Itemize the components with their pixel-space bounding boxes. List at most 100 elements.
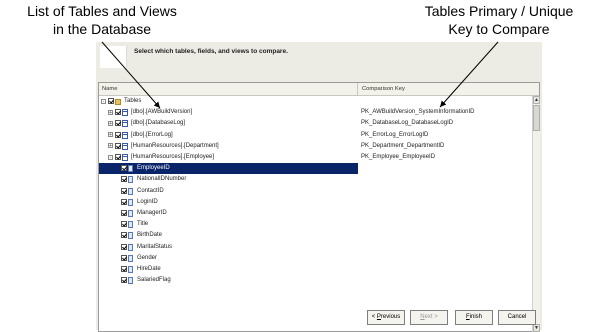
row-label: [dbo].[AWBuildVersion]	[131, 109, 193, 116]
folder-row[interactable]: - Tables	[99, 96, 531, 107]
expand-icon[interactable]: +	[108, 109, 113, 115]
tree-rows: - Tables + [dbo].[AWBuildVersion] PK_AWBuild…	[99, 96, 531, 332]
scroll-up-icon[interactable]: ▲	[533, 96, 540, 104]
field-row[interactable]: ManagerID	[99, 208, 531, 219]
previous-button[interactable]: < Previous	[367, 310, 405, 325]
row-comparison-key[interactable]: PK_ErrorLog_ErrorLogID	[361, 130, 428, 141]
row-name-cell[interactable]: + [dbo].[ErrorLog]	[99, 130, 358, 141]
include-checkbox[interactable]	[115, 109, 121, 116]
row-label: LoginID	[137, 198, 158, 205]
field-row[interactable]: Title	[99, 219, 531, 230]
row-label: NationalIDNumber	[137, 176, 187, 183]
row-name-cell[interactable]: + [dbo].[AWBuildVersion]	[99, 107, 358, 118]
row-name-cell[interactable]: ContactID	[99, 186, 358, 197]
row-name-cell[interactable]: LoginID	[99, 197, 358, 208]
expand-icon[interactable]: +	[108, 143, 113, 149]
include-checkbox[interactable]	[115, 142, 121, 149]
table-row[interactable]: + [dbo].[DatabaseLog] PK_DatabaseLog_Datab…	[99, 118, 531, 129]
field-icon	[128, 165, 133, 173]
include-checkbox[interactable]	[121, 176, 127, 183]
field-icon	[128, 210, 133, 217]
field-icon	[128, 187, 133, 195]
grid-header: Name Comparison Key	[99, 83, 539, 96]
field-row[interactable]: BirthDate	[99, 230, 531, 241]
row-name-cell[interactable]: MaritalStatus	[99, 242, 358, 253]
annotation-left-line1: List of Tables and Views	[27, 3, 177, 19]
expand-icon[interactable]: +	[108, 120, 113, 126]
include-checkbox[interactable]	[121, 187, 127, 194]
row-name-cell[interactable]: NationalIDNumber	[99, 174, 358, 185]
row-label: MaritalStatus	[137, 243, 173, 250]
folder-icon	[115, 99, 121, 105]
row-comparison-key[interactable]: PK_Department_DepartmentID	[361, 141, 444, 152]
table-icon	[122, 154, 128, 161]
include-checkbox[interactable]	[115, 120, 121, 127]
next-button[interactable]: Next >	[410, 310, 448, 325]
collapse-icon[interactable]: -	[108, 154, 113, 160]
row-comparison-key[interactable]: PK_Employee_EmployeeID	[361, 152, 435, 163]
field-icon	[128, 221, 133, 229]
field-icon	[128, 277, 133, 285]
vertical-scrollbar[interactable]: ▲ ▼	[532, 96, 540, 332]
table-icon	[122, 120, 128, 128]
row-label: ManagerID	[137, 210, 167, 216]
row-name-cell[interactable]: + [dbo].[DatabaseLog]	[99, 118, 358, 129]
row-name-cell[interactable]: BirthDate	[99, 230, 358, 241]
finish-button[interactable]: Finish	[455, 310, 493, 325]
row-name-cell[interactable]: - [HumanResources].[Employee]	[99, 152, 358, 163]
include-checkbox[interactable]	[121, 266, 127, 272]
field-row[interactable]: MaritalStatus	[99, 242, 531, 253]
row-name-cell[interactable]: HireDate	[99, 264, 358, 275]
include-checkbox[interactable]	[115, 154, 121, 160]
field-row[interactable]: EmployeeID	[99, 163, 531, 175]
include-checkbox[interactable]	[121, 210, 127, 216]
wizard-logo	[100, 46, 127, 68]
include-checkbox[interactable]	[121, 243, 127, 250]
annotation-comparison-key: Tables Primary / Unique Key to Compare	[404, 2, 594, 38]
include-checkbox[interactable]	[121, 277, 127, 284]
include-checkbox[interactable]	[108, 98, 114, 104]
table-row[interactable]: + [dbo].[ErrorLog] PK_ErrorLog_ErrorLogID	[99, 130, 531, 141]
column-header-comparison-key[interactable]: Comparison Key	[359, 83, 531, 95]
field-row[interactable]: ContactID	[99, 186, 531, 197]
table-row[interactable]: + [dbo].[AWBuildVersion] PK_AWBuildVersion…	[99, 107, 531, 118]
field-row[interactable]: LoginID	[99, 197, 531, 208]
field-icon	[128, 232, 133, 240]
row-name-cell[interactable]: SalariedFlag	[99, 275, 358, 286]
scroll-thumb[interactable]	[533, 105, 540, 131]
include-checkbox[interactable]	[115, 131, 121, 138]
row-name-cell[interactable]: + [HumanResources].[Department]	[99, 141, 358, 152]
row-name-cell[interactable]: Gender	[99, 253, 358, 264]
table-row[interactable]: - [HumanResources].[Employee] PK_Employee_…	[99, 152, 531, 163]
row-label: HireDate	[137, 266, 161, 272]
include-checkbox[interactable]	[121, 232, 127, 239]
field-row[interactable]: HireDate	[99, 264, 531, 275]
annotation-right-line1: Tables Primary / Unique	[424, 3, 574, 19]
row-name-cell[interactable]: Title	[99, 219, 358, 230]
row-label: [HumanResources].[Employee]	[131, 154, 215, 160]
include-checkbox[interactable]	[121, 165, 127, 172]
row-label: ContactID	[137, 187, 164, 194]
scroll-down-icon[interactable]: ▼	[533, 324, 540, 332]
field-row[interactable]: NationalIDNumber	[99, 174, 531, 185]
annotation-tables-views: List of Tables and Views in the Database	[2, 2, 202, 38]
include-checkbox[interactable]	[121, 198, 127, 205]
field-row[interactable]: SalariedFlag	[99, 275, 531, 286]
cancel-button[interactable]: Cancel	[498, 310, 536, 325]
row-label: [dbo].[DatabaseLog]	[131, 120, 186, 127]
row-comparison-key[interactable]: PK_AWBuildVersion_SystemInformationID	[361, 107, 475, 118]
row-name-cell[interactable]: ManagerID	[99, 208, 358, 219]
field-icon	[128, 198, 133, 206]
include-checkbox[interactable]	[121, 254, 127, 261]
table-row[interactable]: + [HumanResources].[Department] PK_Departm…	[99, 141, 531, 152]
column-header-name[interactable]: Name	[99, 83, 358, 95]
tables-tree-grid: Name Comparison Key - Tables + [dbo].[AWBui…	[98, 82, 540, 332]
row-comparison-key[interactable]: PK_DatabaseLog_DatabaseLogID	[361, 118, 453, 129]
field-row[interactable]: Gender	[99, 253, 531, 264]
row-name-cell[interactable]: - Tables	[99, 96, 358, 107]
compare-wizard-panel: Select which tables, fields, and views t…	[96, 42, 542, 332]
include-checkbox[interactable]	[121, 221, 127, 228]
expand-icon[interactable]: +	[108, 132, 113, 138]
collapse-icon[interactable]: -	[101, 98, 106, 104]
row-name-cell[interactable]: EmployeeID	[99, 163, 358, 175]
